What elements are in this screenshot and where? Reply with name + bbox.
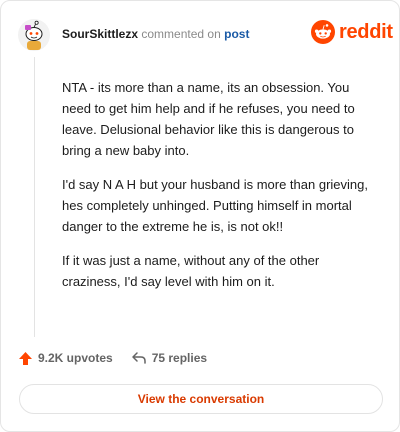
- comment-body: NTA - its more than a name, its an obses…: [62, 77, 378, 305]
- comment-paragraph: If it was just a name, without any of th…: [62, 253, 320, 289]
- post-link[interactable]: post: [224, 27, 249, 41]
- reddit-wordmark: reddit: [339, 21, 393, 43]
- reddit-logo-icon: [311, 20, 335, 44]
- username-link[interactable]: SourSkittlezx: [62, 27, 138, 41]
- comment-paragraph: NTA - its more than a name, its an obses…: [62, 80, 355, 158]
- upvote-arrow-icon: [19, 351, 32, 365]
- comment-header: SourSkittlezx commented on post: [62, 26, 249, 42]
- reply-count: 75 replies: [151, 351, 208, 365]
- thread-line: [34, 57, 35, 337]
- view-conversation-button[interactable]: View the conversation: [19, 384, 383, 414]
- upvote-count: 9.2K upvotes: [38, 351, 113, 365]
- reply-arrow-icon: [131, 352, 146, 364]
- comment-card: SourSkittlezx commented on post reddit N…: [0, 0, 400, 432]
- reddit-logo[interactable]: reddit: [311, 20, 393, 44]
- action-text: commented on: [141, 27, 221, 41]
- reply-stat[interactable]: 75 replies: [131, 351, 207, 365]
- snoo-avatar-icon[interactable]: [18, 19, 50, 51]
- upvote-stat[interactable]: 9.2K upvotes: [18, 351, 113, 366]
- comment-stats: 9.2K upvotes 75 replies: [18, 348, 207, 368]
- comment-paragraph: I'd say N A H but your husband is more t…: [62, 177, 368, 234]
